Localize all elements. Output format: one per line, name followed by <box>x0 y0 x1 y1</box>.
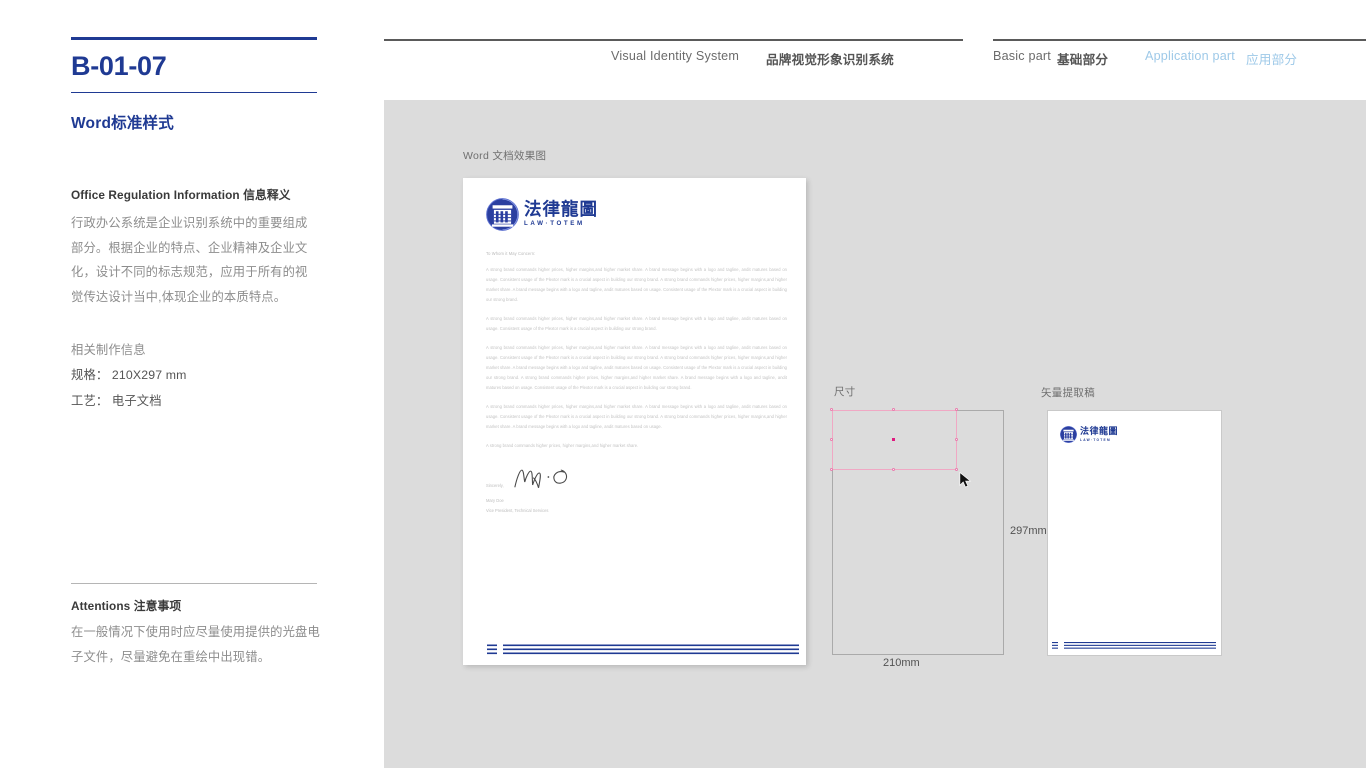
size-diagram: 297mm 210mm <box>830 408 1047 669</box>
document-footer-rules <box>487 644 799 655</box>
document-signer-title: Vice President, Technical Services <box>486 508 549 514</box>
dimension-height-label: 297mm <box>1010 525 1047 537</box>
selection-handle-middle-left[interactable] <box>830 438 833 441</box>
section-heading-info: Office Regulation Information 信息释义 <box>71 188 291 203</box>
selection-handle-bottom-right[interactable] <box>955 468 958 471</box>
selection-handle-middle-right[interactable] <box>955 438 958 441</box>
dimension-width-label: 210mm <box>883 657 920 669</box>
attentions-block: Attentions 注意事项 在一般情况下使用时应尽量使用提供的光盘电子文件，… <box>71 583 320 669</box>
header-rule-left <box>384 39 963 41</box>
page-title: Word标准样式 <box>71 115 174 133</box>
spec-block: 相关制作信息 规格： 210X297 mm 工艺： 电子文档 <box>71 338 317 415</box>
selection-handle-top-left[interactable] <box>830 408 833 411</box>
document-paragraph: A strong brand commands higher prices, h… <box>486 345 787 391</box>
selection-handle-bottom-center[interactable] <box>892 468 895 471</box>
document-content: 法律龍圖 LAW·TOTEM To Whom it May Concern: A… <box>486 198 787 517</box>
header-rule-right <box>993 39 1366 41</box>
nav-application-part-zh[interactable]: 应用部分 <box>1246 49 1297 68</box>
logo-chinese-name: 法律龍圖 <box>1080 426 1119 437</box>
document-paragraph: A strong brand commands higher prices, h… <box>486 316 787 332</box>
vector-draft-letterhead: 法律龍圖 LAW·TOTEM <box>1047 410 1222 656</box>
spec-label: 相关制作信息 <box>71 342 146 357</box>
sidebar: B-01-07 Word标准样式 Office Regulation Infor… <box>71 0 320 768</box>
mouse-cursor-icon <box>959 472 972 488</box>
nav-application-part-en[interactable]: Application part <box>1145 49 1235 63</box>
selection-center-point <box>892 438 895 441</box>
document-paragraph: A strong brand commands higher prices, h… <box>486 404 787 430</box>
logo-english-name: LAW·TOTEM <box>1080 437 1111 442</box>
attentions-divider <box>71 583 317 584</box>
attentions-heading: Attentions 注意事项 <box>71 599 182 613</box>
vector-logo-wordmark: 法律龍圖 LAW·TOTEM <box>1080 426 1119 442</box>
caption-size-diagram: 尺寸 <box>834 386 856 398</box>
caption-vector-draft: 矢量提取稿 <box>1041 387 1095 399</box>
sidebar-top-rule <box>71 37 317 40</box>
vector-footer-rules <box>1052 642 1216 649</box>
logo-chinese-name: 法律龍圖 <box>524 199 598 220</box>
handwritten-signature-icon <box>514 469 567 489</box>
logo-wordmark: 法律龍圖 LAW·TOTEM <box>524 199 598 228</box>
selection-handle-top-center[interactable] <box>892 408 895 411</box>
logo-english-name: LAW·TOTEM <box>524 220 585 228</box>
nav-basic-part-en[interactable]: Basic part <box>993 49 1051 63</box>
nav-visual-identity-zh[interactable]: 品牌视觉形象识别系统 <box>766 49 894 68</box>
main-canvas: Word 文档效果图 尺寸 矢量提取稿 法律龍圖 LAW·TOTEM To Wh… <box>384 100 1366 768</box>
selection-handle-bottom-left[interactable] <box>830 468 833 471</box>
document-paragraph: A strong brand commands higher prices, h… <box>486 267 787 303</box>
word-document-mockup: 法律龍圖 LAW·TOTEM To Whom it May Concern: A… <box>463 178 806 665</box>
document-paragraph: A strong brand commands higher prices, h… <box>486 443 639 449</box>
nav-basic-part-zh[interactable]: 基础部分 <box>1057 49 1108 68</box>
document-signature-row: Sincerely, <box>486 465 787 491</box>
section-body-info: 行政办公系统是企业识别系统中的重要组成部分。根据企业的特点、企业精神及企业文化，… <box>71 216 308 304</box>
nav-visual-identity-en[interactable]: Visual Identity System <box>611 49 739 63</box>
vector-letterhead-logo: 法律龍圖 LAW·TOTEM <box>1060 426 1118 443</box>
document-letterhead-logo: 法律龍圖 LAW·TOTEM <box>486 198 787 231</box>
law-totem-seal-icon <box>1060 426 1077 443</box>
sidebar-code-underline <box>71 91 317 94</box>
page-code: B-01-07 <box>71 51 167 81</box>
caption-word-mockup: Word 文档效果图 <box>463 150 547 162</box>
document-closing: Sincerely, <box>486 483 504 489</box>
document-signer-name: Mary Doe <box>486 498 504 504</box>
selection-handle-top-right[interactable] <box>955 408 958 411</box>
law-totem-seal-icon <box>486 198 519 231</box>
document-salutation: To Whom it May Concern: <box>486 251 536 256</box>
spec-process: 工艺： 电子文档 <box>71 394 162 409</box>
attentions-body: 在一般情况下使用时应尽量使用提供的光盘电子文件，尽量避免在重绘中出现错。 <box>71 625 320 664</box>
spec-size: 规格： 210X297 mm <box>71 368 187 383</box>
